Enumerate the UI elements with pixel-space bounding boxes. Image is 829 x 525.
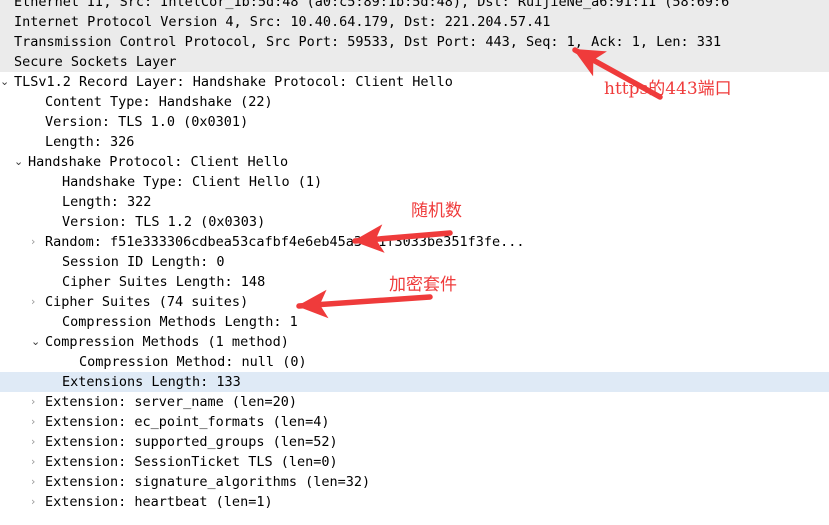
tree-row-spacer xyxy=(48,312,62,332)
chevron-right-icon[interactable]: › xyxy=(31,472,45,492)
tree-row-label: Extension: ec_point_formats (len=4) xyxy=(45,414,330,430)
annotation-label-port-443: https的443端口 xyxy=(604,79,732,99)
tree-row-label: Ethernet II, Src: IntelCor_1b:5d:48 (a0:… xyxy=(14,0,730,10)
tree-row-label: TLSv1.2 Record Layer: Handshake Protocol… xyxy=(14,74,453,90)
tree-row-session-id-length[interactable]: Session ID Length: 0 xyxy=(0,252,829,272)
tree-row-spacer xyxy=(48,212,62,232)
chevron-right-icon[interactable]: › xyxy=(31,412,45,432)
tree-row-extension-signature-algorithms[interactable]: › Extension: signature_algorithms (len=32… xyxy=(0,472,829,492)
tree-row-spacer xyxy=(0,12,14,32)
tree-row-extensions-length[interactable]: Extensions Length: 133 xyxy=(0,372,829,392)
tree-row-label: Internet Protocol Version 4, Src: 10.40.… xyxy=(14,14,551,30)
tree-row-label: Length: 326 xyxy=(45,134,135,150)
tree-row-spacer xyxy=(31,132,45,152)
tree-row-label: Content Type: Handshake (22) xyxy=(45,94,273,110)
tree-row-extension-ec-point-formats[interactable]: › Extension: ec_point_formats (len=4) xyxy=(0,412,829,432)
tree-row-ipv4[interactable]: Internet Protocol Version 4, Src: 10.40.… xyxy=(0,12,829,32)
tree-row-handshake-type[interactable]: Handshake Type: Client Hello (1) xyxy=(0,172,829,192)
tree-row-ethernet[interactable]: Ethernet II, Src: IntelCor_1b:5d:48 (a0:… xyxy=(0,0,829,12)
tree-row-label: Extension: supported_groups (len=52) xyxy=(45,434,338,450)
tree-row-ssl[interactable]: Secure Sockets Layer xyxy=(0,52,829,72)
tree-row-label: Extension: heartbeat (len=1) xyxy=(45,494,273,510)
tree-row-spacer xyxy=(0,0,14,12)
tree-row-extension-heartbeat[interactable]: › Extension: heartbeat (len=1) xyxy=(0,492,829,512)
chevron-right-icon[interactable]: › xyxy=(31,292,45,312)
tree-row-label: Compression Method: null (0) xyxy=(79,354,307,370)
tree-row-label: Transmission Control Protocol, Src Port:… xyxy=(14,34,722,50)
tree-row-tcp[interactable]: Transmission Control Protocol, Src Port:… xyxy=(0,32,829,52)
tree-row-spacer xyxy=(48,372,62,392)
tree-row-label: Version: TLS 1.2 (0x0303) xyxy=(62,214,266,230)
tree-row-label: Extension: signature_algorithms (len=32) xyxy=(45,474,371,490)
tree-row-label: Cipher Suites Length: 148 xyxy=(62,274,266,290)
tree-row-spacer xyxy=(0,32,14,52)
tree-row-label: Handshake Protocol: Client Hello xyxy=(28,154,289,170)
tree-row-label: Compression Methods (1 method) xyxy=(45,334,289,350)
chevron-right-icon[interactable]: › xyxy=(31,492,45,512)
tree-row-random[interactable]: › Random: f51e333306cdbea53cafbf4e6eb45a3… xyxy=(0,232,829,252)
tree-row-label: Length: 322 xyxy=(62,194,152,210)
tree-row-extension-sessionticket-tls[interactable]: › Extension: SessionTicket TLS (len=0) xyxy=(0,452,829,472)
chevron-right-icon[interactable]: › xyxy=(31,432,45,452)
tree-row-label: Cipher Suites (74 suites) xyxy=(45,294,249,310)
annotation-label-cipher-suites: 加密套件 xyxy=(389,275,457,295)
tree-row-spacer xyxy=(48,272,62,292)
tree-row-spacer xyxy=(48,252,62,272)
chevron-right-icon[interactable]: › xyxy=(31,452,45,472)
tree-row-compression-methods[interactable]: ⌄ Compression Methods (1 method) xyxy=(0,332,829,352)
chevron-right-icon[interactable]: › xyxy=(31,232,45,252)
chevron-down-icon[interactable]: ⌄ xyxy=(14,152,28,172)
tree-row-label: Handshake Type: Client Hello (1) xyxy=(62,174,323,190)
tree-row-label: Session ID Length: 0 xyxy=(62,254,225,270)
annotation-label-random: 随机数 xyxy=(411,201,462,221)
tree-row-label: Random: f51e333306cdbea53cafbf4e6eb45a34… xyxy=(45,234,525,250)
tree-row-extension-supported-groups[interactable]: › Extension: supported_groups (len=52) xyxy=(0,432,829,452)
tree-row-spacer xyxy=(48,172,62,192)
tree-row-label: Extension: SessionTicket TLS (len=0) xyxy=(45,454,338,470)
tree-row-compression-methods-length[interactable]: Compression Methods Length: 1 xyxy=(0,312,829,332)
tree-row-label: Secure Sockets Layer xyxy=(14,54,177,70)
tree-row-compression-method[interactable]: Compression Method: null (0) xyxy=(0,352,829,372)
chevron-down-icon[interactable]: ⌄ xyxy=(31,332,45,352)
tree-row-version-record[interactable]: Version: TLS 1.0 (0x0301) xyxy=(0,112,829,132)
tree-row-label: Version: TLS 1.0 (0x0301) xyxy=(45,114,249,130)
tree-row-label: Extensions Length: 133 xyxy=(62,374,241,390)
tree-row-spacer xyxy=(48,192,62,212)
chevron-down-icon[interactable]: ⌄ xyxy=(0,72,14,92)
tree-row-handshake-protocol[interactable]: ⌄ Handshake Protocol: Client Hello xyxy=(0,152,829,172)
tree-row-label: Compression Methods Length: 1 xyxy=(62,314,298,330)
tree-row-cipher-suites[interactable]: › Cipher Suites (74 suites) xyxy=(0,292,829,312)
tree-row-extension-server-name[interactable]: › Extension: server_name (len=20) xyxy=(0,392,829,412)
tree-row-label: Extension: server_name (len=20) xyxy=(45,394,297,410)
tree-row-spacer xyxy=(65,352,79,372)
tree-row-spacer xyxy=(0,52,14,72)
tree-row-spacer xyxy=(31,92,45,112)
chevron-right-icon[interactable]: › xyxy=(31,392,45,412)
tree-row-spacer xyxy=(31,112,45,132)
tree-row-length-record[interactable]: Length: 326 xyxy=(0,132,829,152)
